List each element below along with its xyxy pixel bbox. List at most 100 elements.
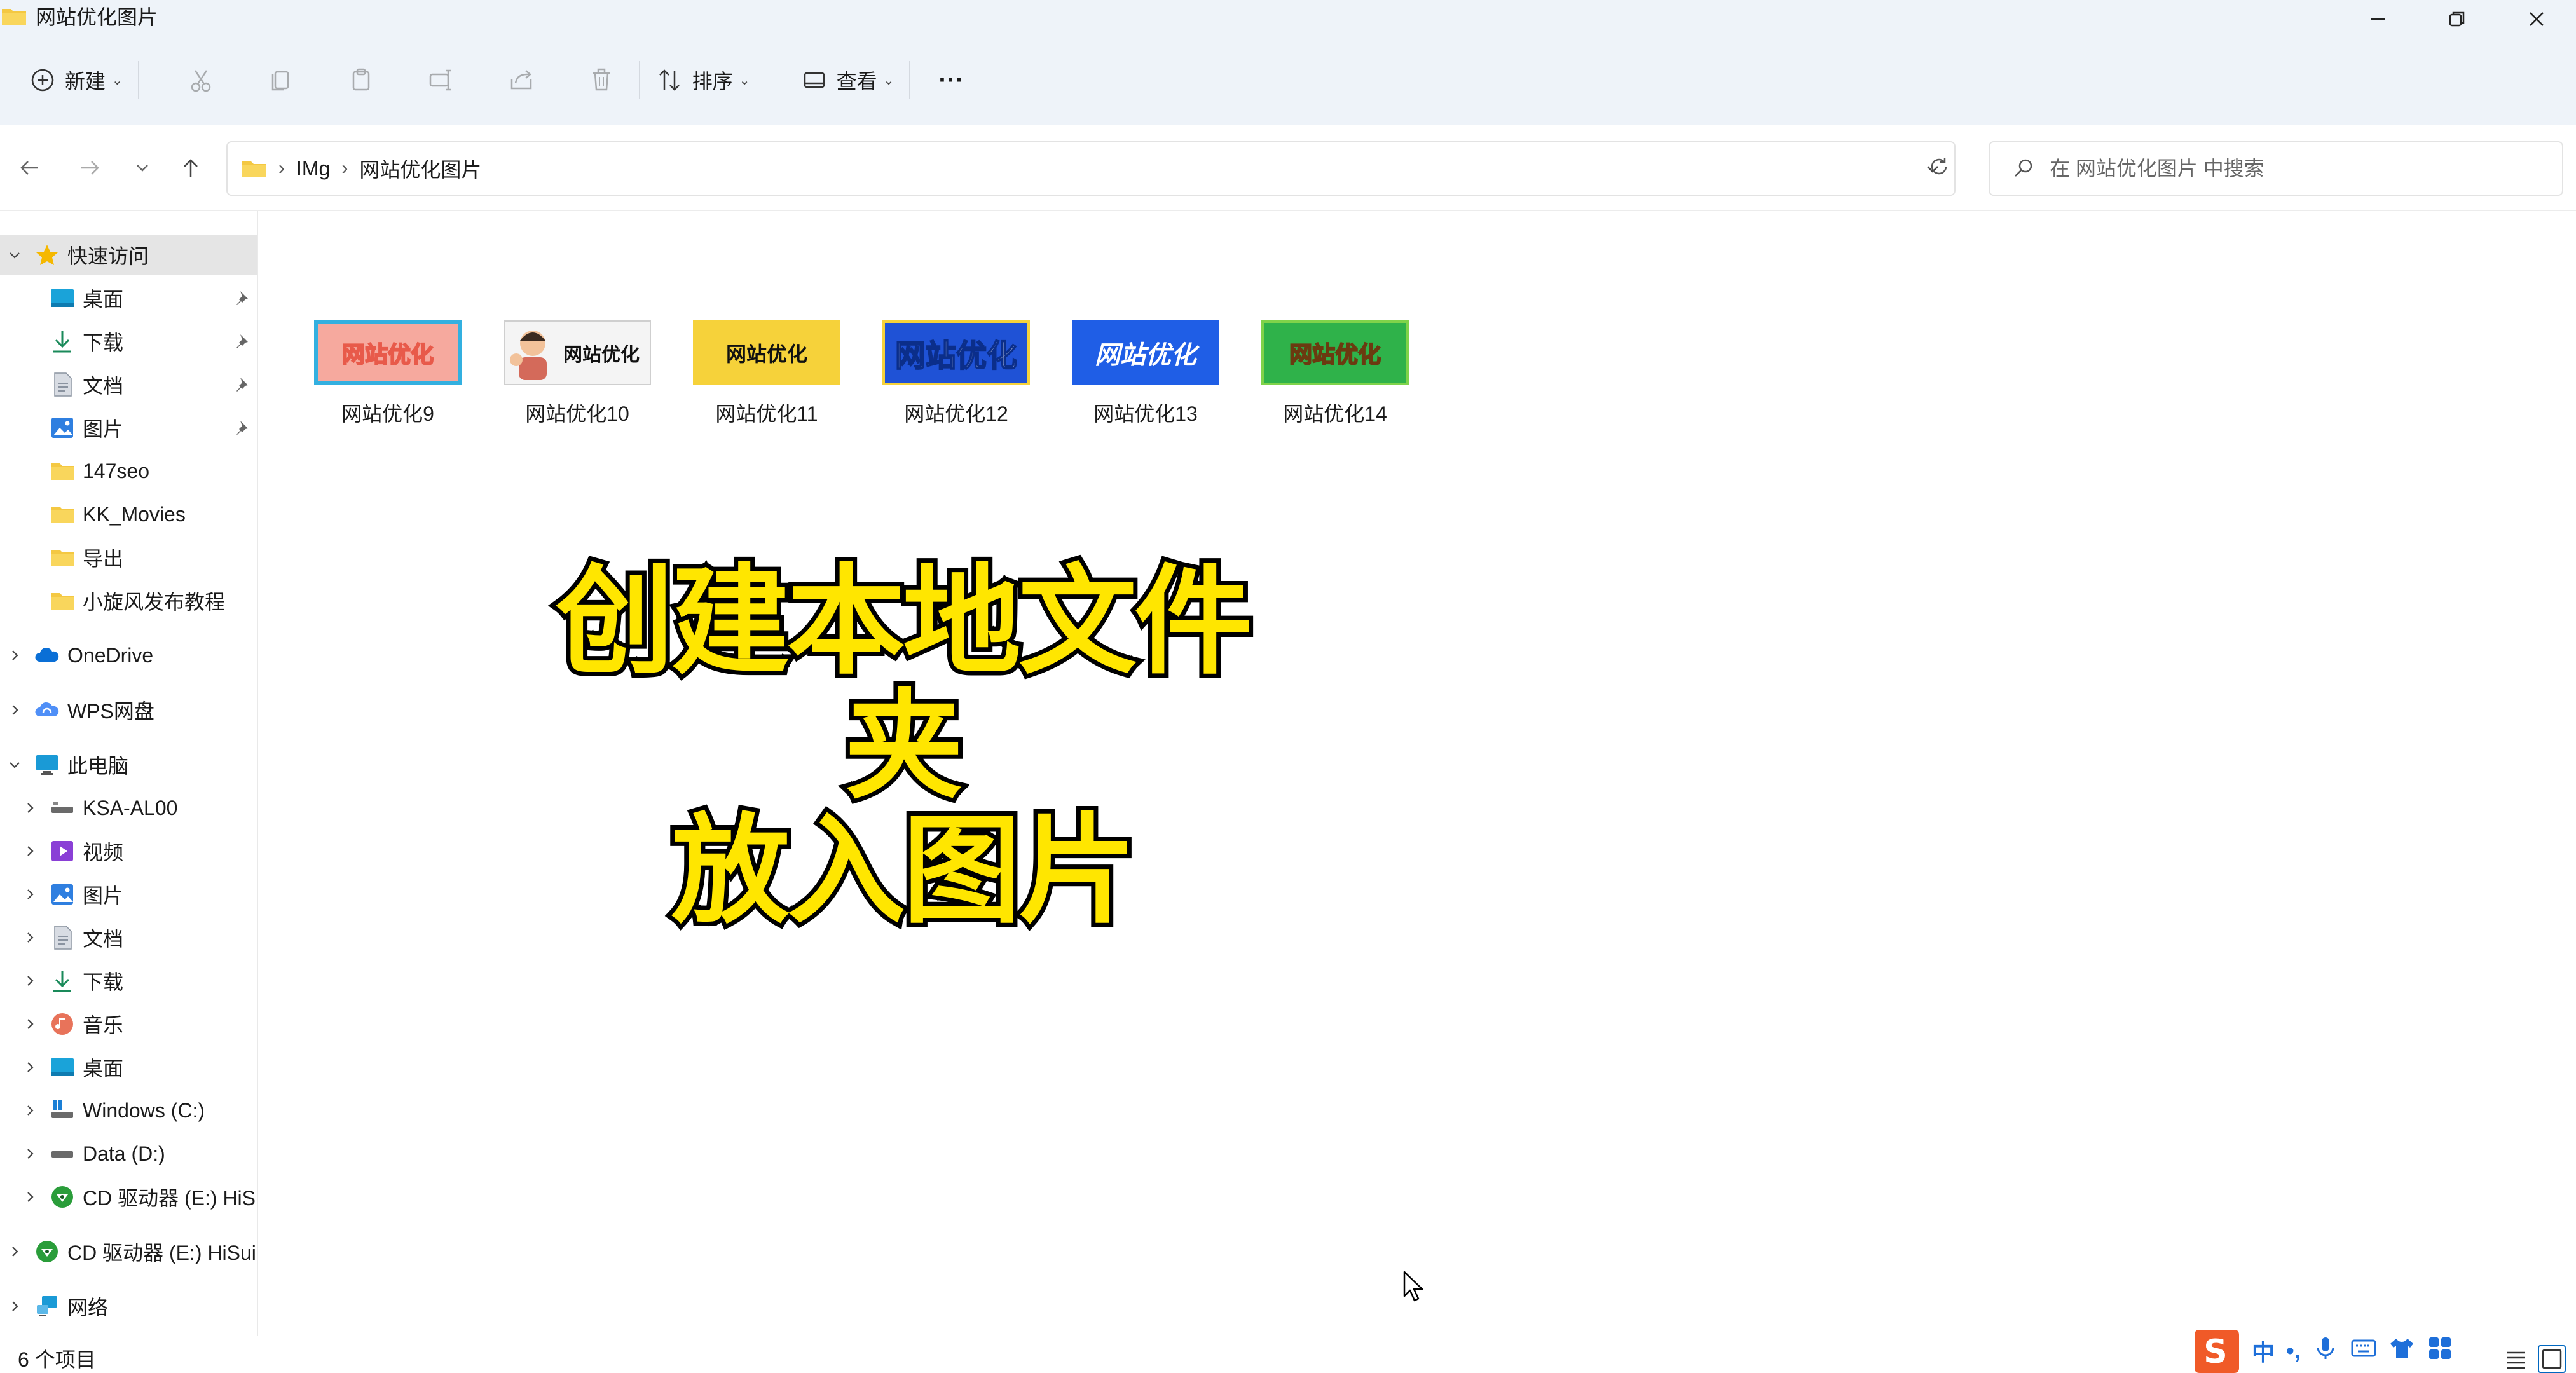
address-bar[interactable]: › IMg › 网站优化图片: [226, 141, 1956, 196]
chevron-right-icon: [27, 1149, 34, 1159]
sidebar-item-music[interactable]: 音乐: [0, 1004, 257, 1044]
network-icon: [34, 1294, 60, 1319]
view-button[interactable]: 查看 ⌄: [791, 56, 903, 104]
sidebar-label: 此电脑: [67, 755, 129, 777]
file-item[interactable]: 网站优化 网站优化12: [867, 320, 1045, 441]
sidebar-item-documents[interactable]: 文档: [0, 918, 257, 957]
sogou-logo-icon[interactable]: S: [2191, 1329, 2240, 1373]
cut-button[interactable]: [177, 56, 224, 104]
sidebar-item-onedrive[interactable]: OneDrive: [0, 636, 257, 675]
image-thumbnail: 网站优化: [1261, 320, 1409, 385]
search-box[interactable]: [1989, 141, 2563, 196]
chevron-right-icon: [27, 889, 34, 899]
file-item[interactable]: 网站优化 网站优化10: [488, 320, 666, 441]
mouse-cursor-icon: [1403, 1271, 1423, 1302]
sidebar-item-quick-access[interactable]: 快速访问: [0, 235, 257, 275]
breadcrumb-current-folder[interactable]: 网站优化图片: [359, 154, 481, 183]
plus-circle-icon: [31, 69, 54, 92]
sidebar-item-pictures[interactable]: 图片: [0, 408, 257, 447]
folder-icon: [50, 502, 75, 527]
sort-button[interactable]: 排序 ⌄: [647, 56, 759, 104]
restore-button[interactable]: [2419, 0, 2495, 38]
chevron-right-icon: [27, 846, 34, 856]
sidebar-item-pictures[interactable]: 图片: [0, 875, 257, 914]
file-item[interactable]: 网站优化 网站优化13: [1057, 320, 1235, 441]
share-button[interactable]: [498, 56, 545, 104]
file-item[interactable]: 网站优化 网站优化9: [299, 320, 477, 441]
keyboard-icon[interactable]: [2350, 1335, 2377, 1367]
close-button[interactable]: [2498, 0, 2575, 38]
chevron-right-icon: ›: [278, 158, 285, 179]
sidebar-item-drive-d[interactable]: Data (D:): [0, 1134, 257, 1173]
sidebar-item-desktop[interactable]: 桌面: [0, 1048, 257, 1087]
arrow-up-icon: [184, 159, 198, 177]
skin-shirt-icon[interactable]: [2388, 1335, 2415, 1367]
sidebar-item-downloads[interactable]: 下载: [0, 322, 257, 361]
delete-button[interactable]: [578, 56, 625, 104]
breadcrumb-img[interactable]: IMg: [296, 157, 330, 181]
sidebar-item-downloads[interactable]: 下载: [0, 961, 257, 1001]
sidebar-item-folder[interactable]: KK_Movies: [0, 495, 257, 534]
large-icons-view-button[interactable]: [2538, 1345, 2566, 1373]
more-button[interactable]: ···: [929, 56, 973, 104]
chevron-right-icon: [27, 1062, 34, 1072]
ime-mode[interactable]: 中: [2252, 1334, 2275, 1367]
search-input[interactable]: [2050, 156, 2533, 181]
toolbox-icon[interactable]: [2427, 1335, 2453, 1367]
chevron-right-icon: [27, 1105, 34, 1116]
sidebar-item-drive-c[interactable]: Windows (C:): [0, 1091, 257, 1130]
sidebar-label: Data (D:): [83, 1142, 165, 1165]
title-and-command-area: 网站优化图片 新建 ⌄ 排序 ⌄ 查看 ⌄ ···: [0, 0, 2576, 125]
refresh-button[interactable]: [1920, 147, 1958, 186]
copy-button[interactable]: [257, 56, 305, 104]
sidebar-item-desktop[interactable]: 桌面: [0, 278, 257, 318]
sidebar-item-cd-drive[interactable]: CD 驱动器 (E:) HiSui: [0, 1232, 257, 1271]
sidebar-label: 图片: [83, 884, 124, 907]
drive-icon: [50, 1141, 75, 1166]
window-title: 网站优化图片: [36, 6, 158, 29]
forward-button[interactable]: [71, 149, 109, 187]
sidebar-label: 视频: [83, 841, 124, 864]
sidebar-label: 147seo: [83, 459, 149, 482]
back-button[interactable]: [10, 149, 48, 187]
ime-punctuation[interactable]: •,: [2286, 1337, 2301, 1364]
minimize-button[interactable]: [2340, 0, 2416, 38]
sidebar-item-wps[interactable]: WPS网盘: [0, 690, 257, 730]
sidebar-item-documents[interactable]: 文档: [0, 365, 257, 404]
sidebar-item-folder[interactable]: 小旋风发布教程: [0, 581, 257, 620]
file-name: 网站优化11: [715, 402, 818, 425]
chevron-right-icon: [12, 705, 18, 715]
sidebar-label: 音乐: [83, 1014, 124, 1037]
new-button[interactable]: 新建 ⌄: [19, 56, 132, 104]
image-thumbnail: 网站优化: [504, 320, 651, 385]
sidebar-item-network[interactable]: 网络: [0, 1287, 257, 1326]
thumbnail-text: 网站优化: [341, 341, 434, 369]
up-button[interactable]: [172, 149, 210, 187]
sidebar-label: 图片: [83, 418, 124, 441]
recent-locations-button[interactable]: [123, 149, 161, 187]
pin-icon: [236, 378, 248, 392]
file-item[interactable]: 网站优化 网站优化11: [678, 320, 856, 441]
sidebar-item-device[interactable]: KSA-AL00: [0, 788, 257, 828]
sidebar-item-folder[interactable]: 147seo: [0, 451, 257, 491]
sidebar-label: 网络: [67, 1296, 109, 1319]
minimize-icon: [2371, 18, 2385, 20]
rename-button[interactable]: [418, 56, 465, 104]
overlay-caption: 创建本地文件夹 放入图片: [502, 552, 1303, 938]
drive-icon: [50, 795, 75, 821]
details-view-button[interactable]: [2502, 1345, 2530, 1373]
file-item[interactable]: 网站优化 网站优化14: [1246, 320, 1424, 441]
sidebar-item-this-pc[interactable]: 此电脑: [0, 745, 257, 784]
overlay-line: 创建本地文件夹: [551, 552, 1257, 815]
sidebar-item-folder[interactable]: 导出: [0, 538, 257, 577]
sidebar-item-cd-drive[interactable]: CD 驱动器 (E:) HiSu: [0, 1177, 257, 1217]
folder-icon: [50, 545, 75, 570]
microphone-icon[interactable]: [2312, 1335, 2339, 1367]
chevron-down-icon: ⌄: [739, 73, 750, 88]
file-name: 网站优化12: [904, 402, 1008, 425]
paste-button[interactable]: [338, 56, 385, 104]
divider: [137, 61, 139, 99]
rename-icon: [429, 69, 451, 91]
sidebar-item-videos[interactable]: 视频: [0, 831, 257, 871]
image-thumbnail: 网站优化: [1072, 320, 1219, 385]
